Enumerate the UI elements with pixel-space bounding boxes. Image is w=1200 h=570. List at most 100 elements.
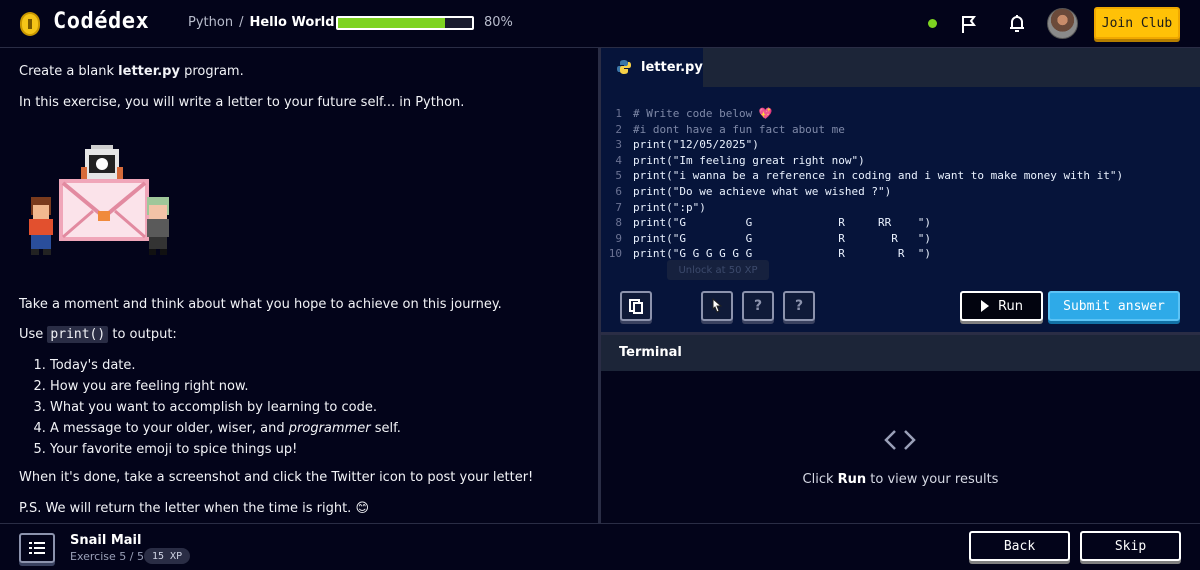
line-number: 5 <box>615 169 622 183</box>
hint-text: Click <box>802 472 838 487</box>
code-line[interactable]: 1 # Write code below 💖 <box>601 106 1200 122</box>
snail-mail-illustration <box>29 144 169 255</box>
back-button[interactable]: Back <box>969 531 1070 561</box>
terminal-panel: Terminal Click Run to view your results <box>601 335 1200 523</box>
code-line[interactable]: 6 print("Do we achieve what we wished ?") <box>601 184 1200 200</box>
help-icon: ? <box>753 298 763 314</box>
line-number: 9 <box>615 231 622 245</box>
terminal-title: Terminal <box>601 335 1200 371</box>
tab-letter-py[interactable]: letter.py <box>601 48 703 87</box>
run-label: Run <box>998 298 1023 314</box>
help-icon: ? <box>794 298 804 314</box>
breadcrumb-lesson: Hello World <box>249 15 335 30</box>
line-number: 8 <box>615 216 622 230</box>
inline-code: print() <box>47 326 109 344</box>
app-logo[interactable]: Codédex <box>53 9 149 34</box>
tab-label: letter.py <box>641 60 703 75</box>
lesson-progress-bar <box>336 16 474 30</box>
code-brackets-icon <box>884 430 916 450</box>
top-bar: Codédex Python / Hello World 80% Join Club <box>0 0 1200 48</box>
online-status-dot <box>928 19 937 28</box>
terminal-hint: Click Run to view your results <box>601 472 1200 487</box>
progress-percent: 80% <box>484 15 513 30</box>
progress-fill <box>338 18 446 28</box>
line-number: 7 <box>615 200 622 214</box>
pointer-tool-button[interactable] <box>701 291 733 321</box>
code-line[interactable]: 9 print("G G R R ") <box>601 231 1200 247</box>
bell-icon[interactable] <box>1006 13 1028 35</box>
lesson-paragraph: In this exercise, you will write a lette… <box>19 94 465 110</box>
unlock-tooltip: Unlock at 50 XP <box>667 260 769 280</box>
breadcrumb-separator: / <box>239 15 244 30</box>
list-item: Today's date. <box>50 357 579 376</box>
play-icon <box>981 300 990 312</box>
line-number: 1 <box>615 107 622 120</box>
code-text: print("G G R RR ") <box>633 216 932 230</box>
list-item-text-end: self. <box>370 420 401 436</box>
list-item: What you want to accomplish by learning … <box>50 399 579 418</box>
intro-filename: letter.py <box>118 64 180 79</box>
list-icon <box>29 542 45 554</box>
lesson-paragraph: When it's done, take a screenshot and cl… <box>19 470 534 486</box>
cursor-icon <box>712 297 723 313</box>
code-area[interactable]: 1 # Write code below 💖 2 #i dont have a fun… <box>601 106 1200 262</box>
code-line[interactable]: 5 print("i wanna be a reference in coding… <box>601 168 1200 184</box>
exercise-count: Exercise 5 / 5 <box>70 550 144 563</box>
line-number: 2 <box>615 122 622 136</box>
copy-code-button[interactable] <box>620 291 652 321</box>
hint-button-2[interactable]: ? <box>783 291 815 321</box>
code-line[interactable]: 4 print("Im feeling great right now") <box>601 153 1200 169</box>
use-text-end: to output: <box>108 327 177 343</box>
hint-run: Run <box>837 472 867 487</box>
hint-text-end: to view your results <box>866 472 999 487</box>
line-number: 4 <box>615 153 622 167</box>
code-text: print("Do we achieve what we wished ?") <box>633 184 892 198</box>
code-line[interactable]: 2 #i dont have a fun fact about me <box>601 122 1200 138</box>
use-text: Use <box>19 327 48 343</box>
instructions-list: Today's date. How you are feeling right … <box>50 357 579 459</box>
code-line[interactable]: 8 print("G G R RR ") <box>601 215 1200 231</box>
line-number: 6 <box>615 184 622 198</box>
lesson-intro: Create a blank letter.py program. <box>19 63 579 82</box>
intro-text: Create a blank <box>19 64 119 79</box>
list-item: A message to your older, wiser, and prog… <box>50 420 579 439</box>
bottom-bar: Snail Mail Exercise 5 / 5 15 XP Back Ski… <box>0 523 1200 570</box>
flag-icon[interactable] <box>958 13 980 35</box>
code-text: print("12/05/2025") <box>633 138 759 152</box>
editor-tab-strip: letter.py <box>601 48 1200 87</box>
code-text: # Write code below 💖 <box>633 107 773 120</box>
code-text: print("Im feeling great right now") <box>633 153 865 167</box>
exercise-title: Snail Mail <box>70 533 142 548</box>
lesson-use-print: Use print() to output: <box>19 326 579 345</box>
code-line[interactable]: 3 print("12/05/2025") <box>601 137 1200 153</box>
line-number: 3 <box>615 138 622 152</box>
code-text: #i dont have a fun fact about me <box>633 122 845 136</box>
skip-button[interactable]: Skip <box>1080 531 1181 561</box>
xp-badge: 15 XP <box>144 548 191 564</box>
breadcrumb: Python / Hello World <box>188 15 335 30</box>
join-club-button[interactable]: Join Club <box>1094 7 1180 39</box>
user-avatar[interactable] <box>1047 8 1078 39</box>
lesson-paragraph: P.S. We will return the letter when the … <box>19 501 370 517</box>
lesson-panel: Create a blank letter.py program. In thi… <box>0 48 598 523</box>
lesson-paragraph: Take a moment and think about what you h… <box>19 296 502 312</box>
line-number: 10 <box>608 247 622 261</box>
hint-button-1[interactable]: ? <box>742 291 774 321</box>
code-text: print("i wanna be a reference in coding … <box>633 169 1124 183</box>
list-item-emphasis: programmer <box>288 420 371 436</box>
list-item-text: A message to your older, wiser, and <box>50 420 289 436</box>
exercise-menu-button[interactable] <box>19 533 55 563</box>
code-editor: letter.py 1 # Write code below 💖 2 #i dont … <box>601 48 1200 332</box>
list-item: How you are feeling right now. <box>50 378 579 397</box>
intro-text-end: program. <box>179 64 244 79</box>
list-item: Your favorite emoji to spice things up! <box>50 441 579 460</box>
python-icon <box>617 60 631 74</box>
coin-logo-icon <box>20 12 40 36</box>
breadcrumb-course[interactable]: Python <box>188 15 233 30</box>
run-button[interactable]: Run <box>960 291 1043 321</box>
copy-icon <box>629 299 643 314</box>
code-text: print(":p") <box>633 200 706 214</box>
submit-answer-button[interactable]: Submit answer <box>1048 291 1180 321</box>
code-line[interactable]: 7 print(":p") <box>601 200 1200 216</box>
code-text: print("G G R R ") <box>633 231 932 245</box>
